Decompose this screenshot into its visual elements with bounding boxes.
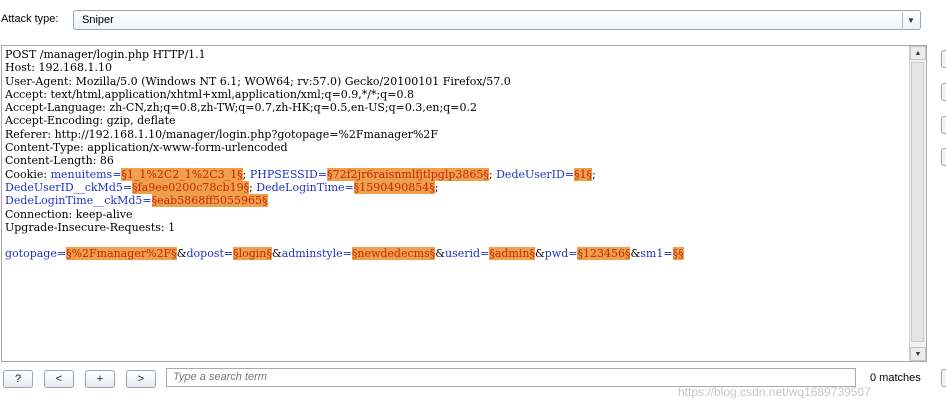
scroll-down-icon[interactable]: ▼ bbox=[910, 347, 926, 361]
clear-search-button[interactable] bbox=[941, 369, 946, 387]
parameter-name: menuitems= bbox=[50, 167, 122, 181]
request-text-segment: User-Agent: Mozilla/5.0 (Windows NT 6.1;… bbox=[5, 74, 511, 88]
attack-type-value: Sniper bbox=[82, 14, 114, 26]
parameter-name: DedeLoginTime= bbox=[256, 180, 354, 194]
payload-marker: §123456§ bbox=[577, 247, 631, 261]
request-text-segment: Connection: keep-alive bbox=[5, 207, 133, 221]
payload-marker: §1590490854§ bbox=[353, 180, 435, 194]
attack-type-row: Attack type: Sniper ▼ bbox=[0, 0, 946, 40]
payload-marker: §1_1%2C2_1%2C3_1§ bbox=[121, 167, 243, 181]
parameter-name: gotopage= bbox=[5, 247, 67, 261]
clear-marker-button[interactable] bbox=[941, 83, 946, 101]
request-line: Accept-Language: zh-CN,zh;q=0.8,zh-TW;q=… bbox=[5, 101, 905, 114]
request-line bbox=[5, 234, 905, 247]
parameter-name: DedeLoginTime__ckMd5= bbox=[5, 194, 152, 208]
parameter-name: adminstyle= bbox=[281, 247, 352, 261]
request-text-segment: & bbox=[176, 247, 187, 261]
payload-marker: §1§ bbox=[574, 167, 593, 181]
request-text-segment: & bbox=[630, 247, 641, 261]
matches-count: 0 matches bbox=[870, 372, 921, 384]
request-line: gotopage=§%2Fmanager%2F§&dopost=§login§&… bbox=[5, 247, 905, 261]
attack-type-label: Attack type: bbox=[1, 13, 59, 25]
request-text-segment: Content-Type: application/x-www-form-url… bbox=[5, 141, 288, 155]
request-text-segment: & bbox=[435, 247, 446, 261]
request-text-segment: Content-Length: 86 bbox=[5, 154, 114, 168]
request-line: DedeLoginTime__ckMd5=§eab5868ff5055965§ bbox=[5, 194, 905, 208]
request-line: Connection: keep-alive bbox=[5, 208, 905, 221]
request-line: Upgrade-Insecure-Requests: 1 bbox=[5, 221, 905, 234]
request-text[interactable]: POST /manager/login.php HTTP/1.1 Host: 19… bbox=[5, 48, 905, 261]
request-text-segment: Upgrade-Insecure-Requests: 1 bbox=[5, 220, 176, 234]
auto-marker-button[interactable] bbox=[941, 116, 946, 134]
payload-marker: §fa9ee0200c78cb19§ bbox=[132, 180, 250, 194]
chevron-down-icon[interactable]: ▼ bbox=[902, 12, 919, 28]
add-marker-button[interactable] bbox=[941, 50, 946, 68]
request-line: Content-Length: 86 bbox=[5, 154, 905, 167]
request-text-segment: Accept: text/html,application/xhtml+xml,… bbox=[5, 87, 414, 101]
payload-marker: §eab5868ff5055965§ bbox=[151, 194, 268, 208]
request-text-segment: Accept-Encoding: gzip, deflate bbox=[5, 114, 176, 128]
request-line: Cookie: menuitems=§1_1%2C2_1%2C3_1§; PHP… bbox=[5, 167, 905, 181]
payload-marker: §%2Fmanager%2F§ bbox=[66, 247, 177, 261]
payload-marker: §admin§ bbox=[489, 247, 535, 261]
scrollbar-thumb[interactable] bbox=[911, 62, 924, 342]
parameter-name: pwd= bbox=[544, 247, 578, 261]
parameter-name: DedeUserID__ckMd5= bbox=[5, 180, 133, 194]
watermark-text: https://blog.csdn.net/wq1689739507 bbox=[678, 385, 871, 399]
request-line: Content-Type: application/x-www-form-url… bbox=[5, 141, 905, 154]
request-text-segment: & bbox=[534, 247, 545, 261]
request-text-segment: Referer: http://192.168.1.10/manager/log… bbox=[5, 127, 439, 141]
request-line: Accept: text/html,application/xhtml+xml,… bbox=[5, 88, 905, 101]
request-line: User-Agent: Mozilla/5.0 (Windows NT 6.1;… bbox=[5, 75, 905, 88]
attack-type-select[interactable]: Sniper ▼ bbox=[73, 10, 921, 30]
request-line: DedeUserID__ckMd5=§fa9ee0200c78cb19§; De… bbox=[5, 180, 905, 194]
request-text-segment: ; bbox=[592, 167, 596, 181]
payload-marker: §newdedecms§ bbox=[351, 247, 436, 261]
parameter-name: PHPSESSID= bbox=[249, 167, 328, 181]
request-line: Host: 192.168.1.10 bbox=[5, 61, 905, 74]
request-editor[interactable]: POST /manager/login.php HTTP/1.1 Host: 19… bbox=[1, 45, 927, 362]
request-text-segment: POST /manager/login.php HTTP/1.1 bbox=[5, 48, 206, 61]
parameter-name: userid= bbox=[445, 247, 490, 261]
parameter-name: sm1= bbox=[640, 247, 673, 261]
request-text-segment: ; bbox=[242, 167, 250, 181]
request-text-segment: Cookie: bbox=[5, 167, 51, 181]
vertical-scrollbar[interactable]: ▲ ▼ bbox=[909, 46, 926, 361]
request-text-segment: Accept-Language: zh-CN,zh;q=0.8,zh-TW;q=… bbox=[5, 101, 477, 115]
previous-button[interactable]: < bbox=[44, 370, 74, 388]
add-button[interactable]: + bbox=[85, 370, 115, 388]
request-text-segment: ; bbox=[434, 180, 439, 194]
scroll-up-icon[interactable]: ▲ bbox=[910, 46, 926, 60]
parameter-name: dopost= bbox=[186, 247, 234, 261]
payload-marker: §72f2jr6raisnmlfjtlpglp3865§ bbox=[327, 167, 489, 181]
next-button[interactable]: > bbox=[126, 370, 156, 388]
request-text-segment: & bbox=[271, 247, 282, 261]
refresh-button[interactable] bbox=[941, 148, 946, 166]
parameter-name: DedeUserID= bbox=[496, 167, 575, 181]
request-line: Referer: http://192.168.1.10/manager/log… bbox=[5, 128, 905, 141]
payload-marker: §§ bbox=[672, 247, 684, 261]
request-line: Accept-Encoding: gzip, deflate bbox=[5, 114, 905, 127]
payload-marker: §login§ bbox=[233, 247, 272, 261]
help-button[interactable]: ? bbox=[3, 370, 33, 388]
request-text-segment: Host: 192.168.1.10 bbox=[5, 61, 112, 75]
request-line: POST /manager/login.php HTTP/1.1 bbox=[5, 48, 905, 61]
